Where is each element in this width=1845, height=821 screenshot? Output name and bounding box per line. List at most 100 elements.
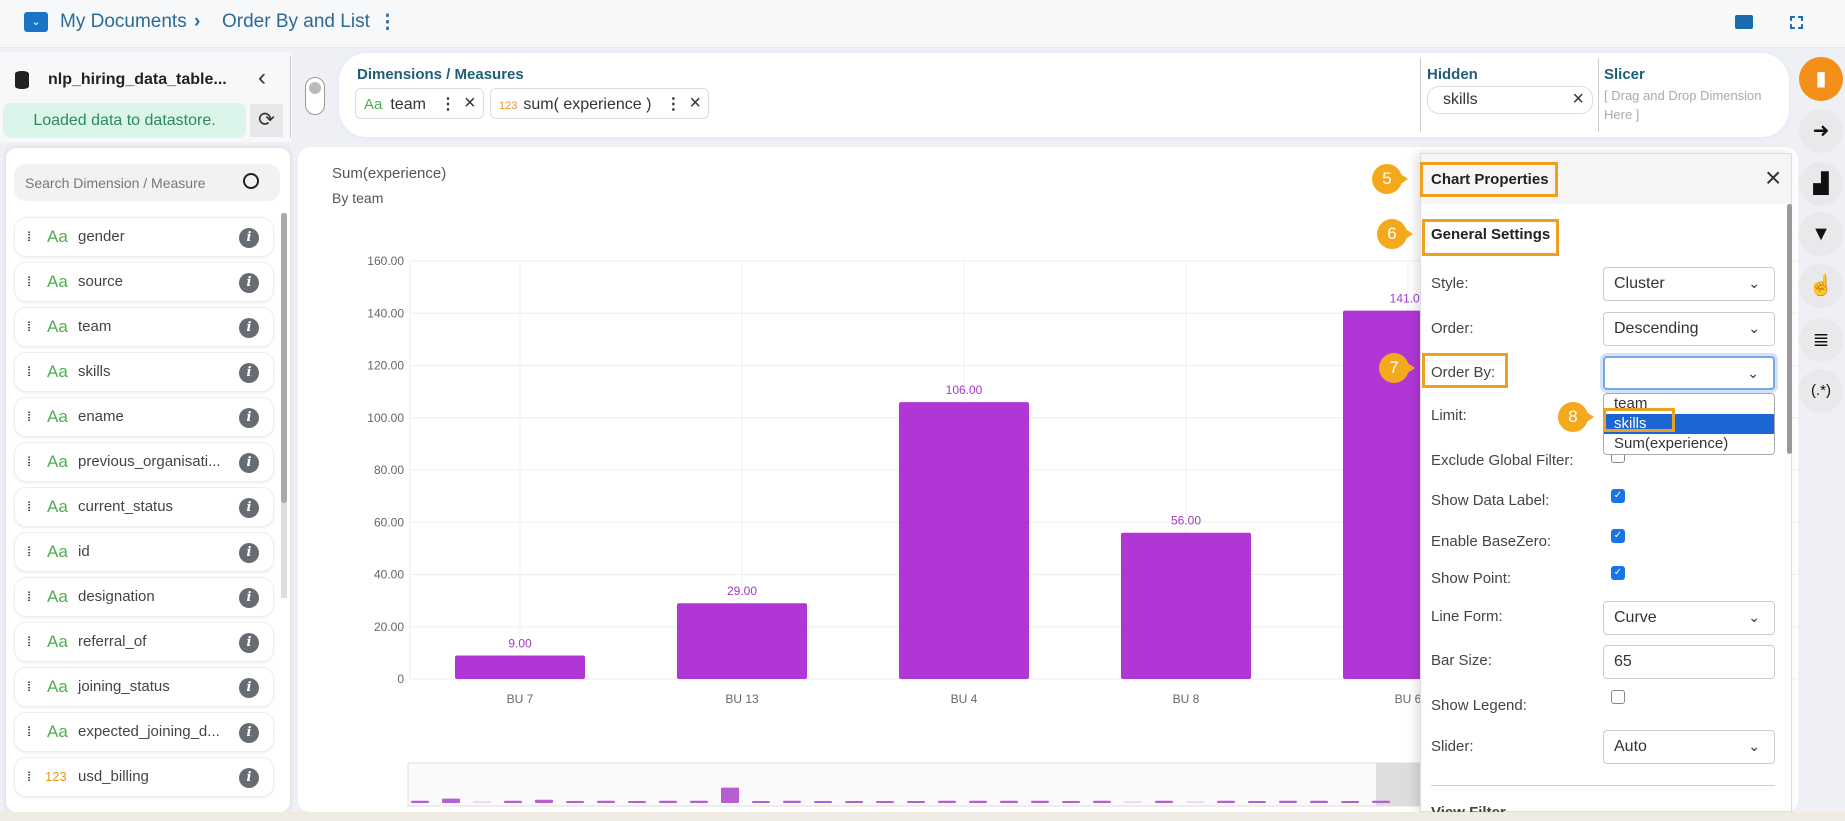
text-type-icon: Aa bbox=[47, 497, 68, 516]
chip-sum-experience[interactable]: 123 sum( experience ) ⋮ × bbox=[490, 88, 709, 119]
y-tick-label: 120.00 bbox=[367, 359, 404, 373]
y-tick-label: 40.00 bbox=[374, 568, 404, 582]
info-icon[interactable]: i bbox=[239, 768, 259, 788]
close-icon[interactable]: × bbox=[464, 92, 476, 114]
close-properties-button[interactable]: × bbox=[1765, 162, 1781, 194]
filter-icon[interactable]: ▼ bbox=[1799, 212, 1843, 256]
overview-bar bbox=[1279, 800, 1297, 803]
overview-bar bbox=[1186, 801, 1204, 803]
search-icon[interactable] bbox=[243, 173, 259, 189]
field-item[interactable]: ⁞⁞ 123 usd_billing i bbox=[14, 757, 274, 797]
show-point-checkbox[interactable]: ✓ bbox=[1611, 566, 1625, 580]
field-item[interactable]: ⁞⁞ Aa id i bbox=[14, 532, 274, 572]
fullscreen-icon[interactable] bbox=[1790, 16, 1803, 29]
drag-handle-icon[interactable]: ⁞⁞ bbox=[27, 443, 32, 481]
info-icon[interactable]: i bbox=[239, 318, 259, 338]
info-icon[interactable]: i bbox=[239, 408, 259, 428]
data-label: 9.00 bbox=[508, 636, 532, 650]
show-data-label-checkbox[interactable]: ✓ bbox=[1611, 489, 1625, 503]
field-item[interactable]: ⁞⁞ Aa source i bbox=[14, 262, 274, 302]
breadcrumb-my-documents[interactable]: My Documents bbox=[60, 11, 187, 33]
info-icon[interactable]: i bbox=[239, 723, 259, 743]
enable-basezero-checkbox[interactable]: ✓ bbox=[1611, 529, 1625, 543]
drag-handle-icon[interactable]: ⁞⁞ bbox=[27, 623, 32, 661]
properties-scrollbar[interactable] bbox=[1787, 204, 1792, 454]
bar-chart-icon[interactable]: ▟ bbox=[1799, 162, 1843, 206]
info-icon[interactable]: i bbox=[239, 453, 259, 473]
info-icon[interactable]: i bbox=[239, 273, 259, 293]
field-item[interactable]: ⁞⁞ Aa current_status i bbox=[14, 487, 274, 527]
drag-handle-icon[interactable]: ⁞⁞ bbox=[27, 263, 32, 301]
pointer-hand-icon[interactable]: ☝ bbox=[1799, 264, 1843, 308]
dataset-name: nlp_hiring_data_table... bbox=[48, 71, 227, 88]
field-item[interactable]: ⁞⁞ Aa joining_status i bbox=[14, 667, 274, 707]
regex-icon[interactable]: (.*) bbox=[1799, 369, 1843, 413]
field-item[interactable]: ⁞⁞ Aa team i bbox=[14, 307, 274, 347]
info-icon[interactable]: i bbox=[239, 588, 259, 608]
document-menu-button[interactable]: ⋮ bbox=[378, 11, 397, 34]
field-label: current_status bbox=[78, 498, 174, 515]
y-tick-label: 80.00 bbox=[374, 463, 404, 477]
slider-select[interactable]: Auto ⌄ bbox=[1603, 730, 1775, 764]
database-icon[interactable]: ≣ bbox=[1799, 318, 1843, 362]
field-label: gender bbox=[78, 228, 125, 245]
info-icon[interactable]: i bbox=[239, 543, 259, 563]
comment-icon[interactable] bbox=[1735, 15, 1753, 29]
info-icon[interactable]: i bbox=[239, 678, 259, 698]
refresh-button[interactable]: ⟳ bbox=[250, 104, 283, 137]
drag-handle-icon[interactable]: ⁞⁞ bbox=[27, 218, 32, 256]
chip-team[interactable]: Aa team ⋮ × bbox=[355, 88, 484, 119]
drag-handle-icon[interactable]: ⁞⁞ bbox=[27, 308, 32, 346]
drag-handle-icon[interactable]: ⁞⁞ bbox=[27, 488, 32, 526]
enable-basezero-label: Enable BaseZero: bbox=[1431, 533, 1552, 550]
field-item[interactable]: ⁞⁞ Aa designation i bbox=[14, 577, 274, 617]
chip-menu-icon[interactable]: ⋮ bbox=[665, 96, 681, 113]
style-select[interactable]: Cluster ⌄ bbox=[1603, 267, 1775, 301]
field-item[interactable]: ⁞⁞ Aa gender i bbox=[14, 217, 274, 257]
field-label: id bbox=[78, 543, 90, 560]
line-form-select[interactable]: Curve ⌄ bbox=[1603, 601, 1775, 635]
database-icon bbox=[15, 71, 29, 89]
close-icon[interactable]: × bbox=[689, 92, 701, 114]
field-item[interactable]: ⁞⁞ Aa previous_organisati... i bbox=[14, 442, 274, 482]
chip-label: team bbox=[390, 96, 426, 113]
collapse-panel-button[interactable]: ‹ bbox=[258, 64, 266, 92]
order-select[interactable]: Descending ⌄ bbox=[1603, 312, 1775, 346]
field-item[interactable]: ⁞⁞ Aa expected_joining_d... i bbox=[14, 712, 274, 752]
close-icon[interactable]: × bbox=[1572, 86, 1584, 112]
field-item[interactable]: ⁞⁞ Aa ename i bbox=[14, 397, 274, 437]
overview-bar bbox=[1093, 800, 1111, 803]
drag-handle-icon[interactable]: ⁞⁞ bbox=[27, 533, 32, 571]
back-arrow-icon[interactable]: ➜ bbox=[1799, 109, 1843, 153]
drag-handle-icon[interactable]: ⁞⁞ bbox=[27, 713, 32, 751]
info-icon[interactable]: i bbox=[239, 228, 259, 248]
option-sum-experience[interactable]: Sum(experience) bbox=[1604, 434, 1774, 454]
drag-handle-icon[interactable]: ⁞⁞ bbox=[27, 353, 32, 391]
data-label: 29.00 bbox=[727, 584, 757, 598]
text-type-icon: Aa bbox=[364, 96, 383, 113]
drag-handle-icon[interactable]: ⁞⁞ bbox=[27, 578, 32, 616]
chevron-down-icon: ⌄ bbox=[1747, 365, 1759, 381]
style-label: Style: bbox=[1431, 275, 1469, 292]
info-icon[interactable]: i bbox=[239, 633, 259, 653]
folder-icon[interactable]: ⌄ bbox=[24, 12, 48, 32]
panel-toggle[interactable] bbox=[305, 77, 325, 115]
field-item[interactable]: ⁞⁞ Aa referral_of i bbox=[14, 622, 274, 662]
sd-card-icon[interactable]: ▮ bbox=[1799, 57, 1843, 101]
drag-handle-icon[interactable]: ⁞⁞ bbox=[27, 398, 32, 436]
info-icon[interactable]: i bbox=[239, 363, 259, 383]
search-input[interactable]: Search Dimension / Measure bbox=[14, 164, 280, 201]
drag-handle-icon[interactable]: ⁞⁞ bbox=[27, 668, 32, 706]
highlight-order-by bbox=[1422, 353, 1508, 388]
order-by-select[interactable]: ⌄ bbox=[1603, 356, 1775, 390]
slicer-dropzone[interactable]: [ Drag and Drop Dimension Here ] bbox=[1604, 86, 1784, 124]
drag-handle-icon[interactable]: ⁞⁞ bbox=[27, 758, 32, 796]
range-slider-handle[interactable] bbox=[1376, 763, 1426, 806]
chip-menu-icon[interactable]: ⋮ bbox=[440, 96, 456, 113]
field-item[interactable]: ⁞⁞ Aa skills i bbox=[14, 352, 274, 392]
hidden-chip-skills[interactable]: skills × bbox=[1427, 86, 1593, 114]
show-legend-checkbox[interactable] bbox=[1611, 690, 1625, 704]
scrollbar-thumb[interactable] bbox=[281, 213, 287, 503]
info-icon[interactable]: i bbox=[239, 498, 259, 518]
bar-size-input[interactable]: 65 bbox=[1603, 645, 1775, 679]
